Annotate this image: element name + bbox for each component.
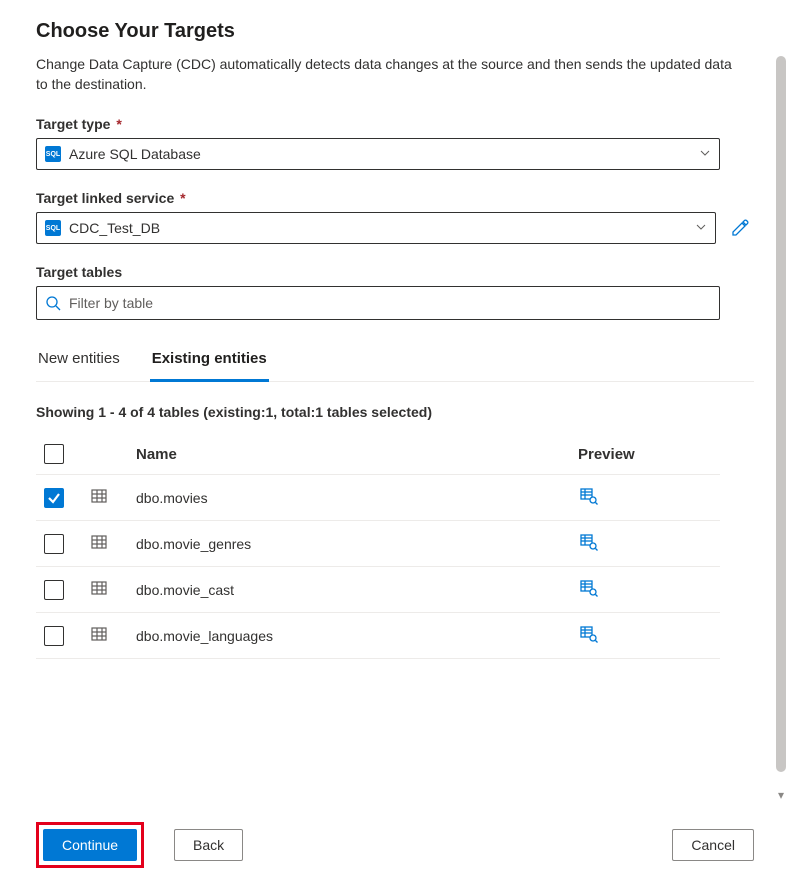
preview-icon	[580, 625, 598, 643]
table-row[interactable]: dbo.movie_genres	[36, 521, 720, 567]
target-type-dropdown[interactable]: SQL Azure SQL Database	[36, 138, 720, 170]
row-checkbox[interactable]	[44, 626, 64, 646]
required-asterisk: *	[116, 116, 121, 132]
azure-sql-icon: SQL	[45, 146, 61, 162]
preview-button[interactable]	[578, 623, 600, 648]
table-icon	[90, 538, 108, 554]
edit-linked-service-button[interactable]	[726, 214, 754, 242]
scroll-down-arrow[interactable]: ▾	[774, 788, 788, 802]
target-tables-grid: Name Preview dbo.movies	[36, 434, 720, 659]
continue-button[interactable]: Continue	[43, 829, 137, 861]
target-type-label: Target type *	[36, 116, 754, 132]
continue-highlight: Continue	[36, 822, 144, 868]
pencil-icon	[731, 219, 749, 237]
page-subtitle: Change Data Capture (CDC) automatically …	[36, 55, 736, 94]
preview-icon	[580, 487, 598, 505]
target-type-field: Target type * SQL Azure SQL Database	[36, 116, 754, 170]
table-icon	[90, 492, 108, 508]
scroll-area: Choose Your Targets Change Data Capture …	[0, 0, 790, 810]
row-checkbox[interactable]	[44, 534, 64, 554]
preview-button[interactable]	[578, 485, 600, 510]
choose-targets-panel: Choose Your Targets Change Data Capture …	[0, 0, 790, 880]
preview-button[interactable]	[578, 531, 600, 556]
preview-button[interactable]	[578, 577, 600, 602]
select-all-checkbox[interactable]	[44, 444, 64, 464]
linked-service-value: CDC_Test_DB	[69, 220, 695, 236]
row-name: dbo.movie_cast	[128, 567, 570, 613]
column-header-name[interactable]: Name	[128, 434, 570, 475]
row-name: dbo.movies	[128, 475, 570, 521]
target-type-value: Azure SQL Database	[69, 146, 699, 162]
scrollbar-thumb[interactable]	[776, 56, 786, 772]
azure-sql-icon: SQL	[45, 220, 61, 236]
scrollbar[interactable]	[776, 56, 786, 810]
entities-tabs: New entities Existing entities	[36, 340, 754, 382]
column-header-preview[interactable]: Preview	[570, 434, 720, 475]
target-type-label-text: Target type	[36, 116, 110, 132]
table-row[interactable]: dbo.movies	[36, 475, 720, 521]
target-tables-field: Target tables	[36, 264, 754, 320]
search-icon	[45, 295, 61, 311]
row-checkbox[interactable]	[44, 488, 64, 508]
table-count-line: Showing 1 - 4 of 4 tables (existing:1, t…	[36, 404, 754, 420]
linked-service-dropdown[interactable]: SQL CDC_Test_DB	[36, 212, 716, 244]
preview-icon	[580, 533, 598, 551]
preview-icon	[580, 579, 598, 597]
table-icon	[90, 630, 108, 646]
page-title: Choose Your Targets	[36, 20, 754, 43]
table-row[interactable]: dbo.movie_languages	[36, 613, 720, 659]
row-checkbox[interactable]	[44, 580, 64, 600]
target-tables-label: Target tables	[36, 264, 754, 280]
footer-bar: Continue Back Cancel	[0, 810, 790, 880]
back-button[interactable]: Back	[174, 829, 243, 861]
filter-by-table-search[interactable]	[36, 286, 720, 320]
linked-service-label: Target linked service *	[36, 190, 754, 206]
required-asterisk: *	[180, 190, 185, 206]
cancel-button[interactable]: Cancel	[672, 829, 754, 861]
filter-by-table-input[interactable]	[61, 294, 711, 312]
chevron-down-icon	[699, 146, 711, 162]
row-name: dbo.movie_genres	[128, 521, 570, 567]
chevron-down-icon	[695, 220, 707, 236]
table-row[interactable]: dbo.movie_cast	[36, 567, 720, 613]
row-name: dbo.movie_languages	[128, 613, 570, 659]
linked-service-field: Target linked service * SQL CDC_Test_DB	[36, 190, 754, 244]
tab-existing-entities[interactable]: Existing entities	[150, 340, 269, 382]
table-icon	[90, 584, 108, 600]
tab-new-entities[interactable]: New entities	[36, 340, 122, 382]
linked-service-label-text: Target linked service	[36, 190, 174, 206]
